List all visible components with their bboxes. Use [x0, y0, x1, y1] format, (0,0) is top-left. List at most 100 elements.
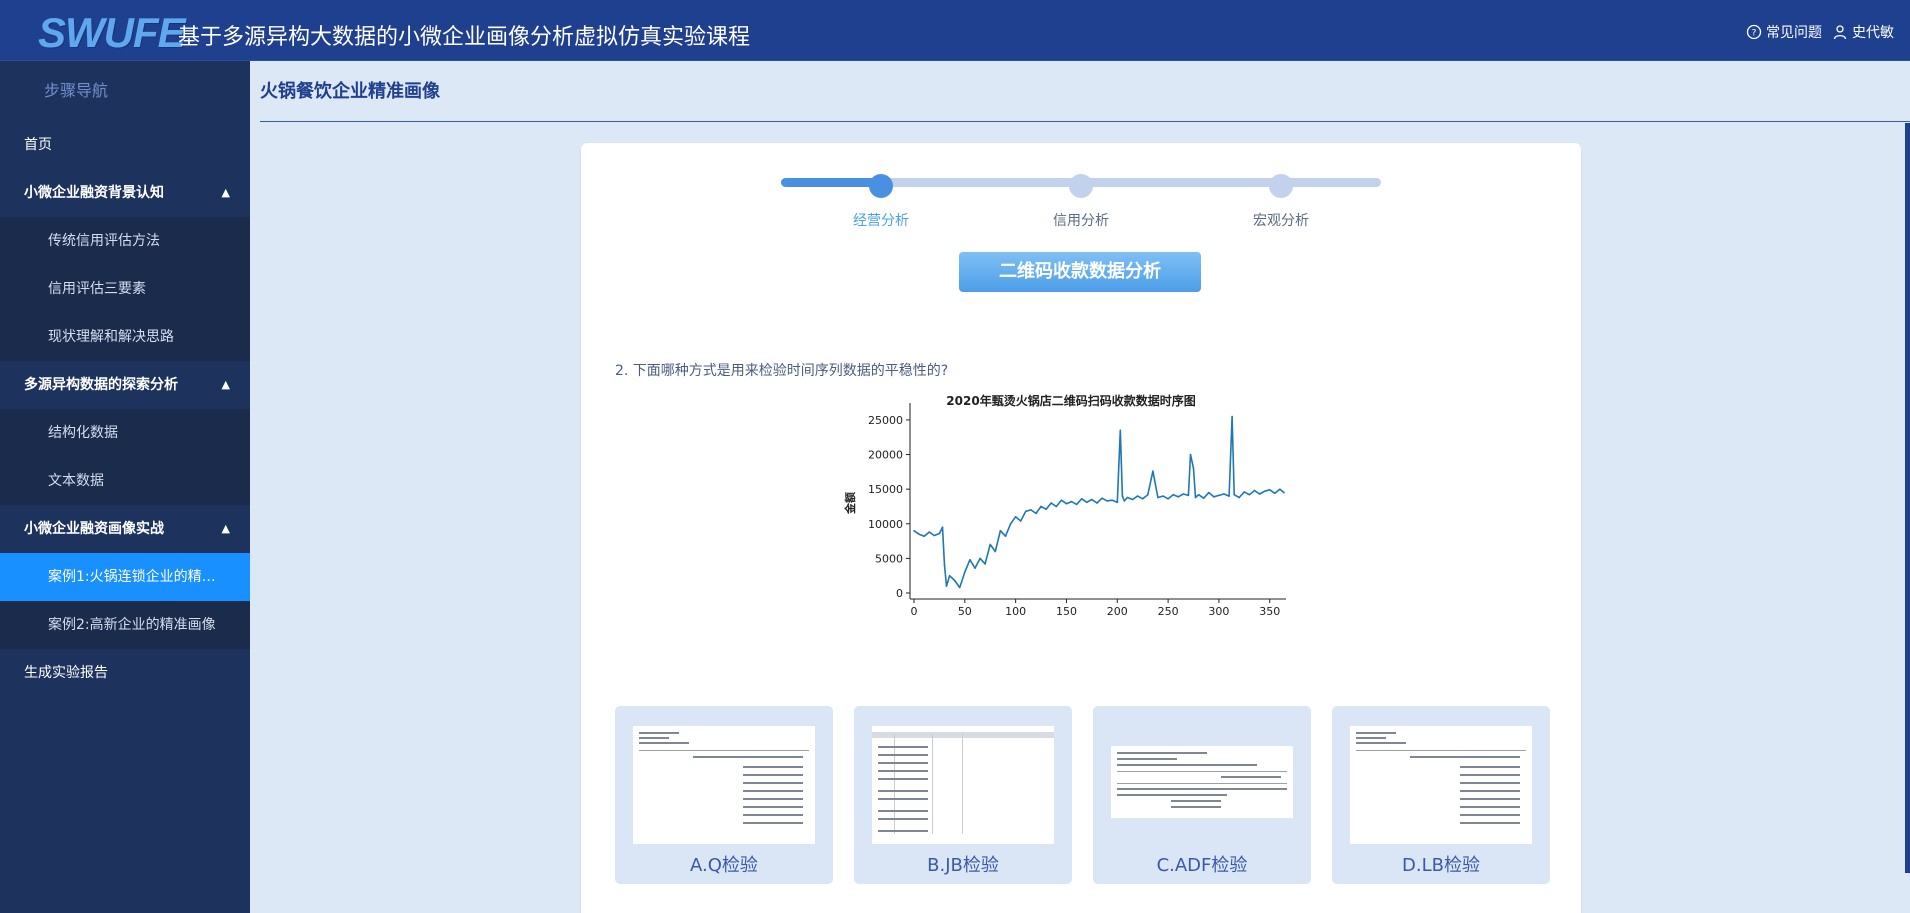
data-point: [974, 567, 976, 569]
y-axis-label: 金额: [843, 492, 857, 515]
sidebar-item-home[interactable]: 首页: [0, 121, 250, 169]
step-label-macro[interactable]: 宏观分析: [1231, 210, 1331, 230]
data-point: [1157, 496, 1159, 499]
sidebar-item-text-data[interactable]: 文本数据: [0, 457, 250, 505]
data-point: [1086, 501, 1088, 504]
data-point: [928, 531, 930, 533]
data-point: [1101, 497, 1103, 499]
data-point: [1060, 499, 1063, 501]
sidebar-item-case-hightech[interactable]: 案例2:高新企业的精准画像: [0, 601, 250, 649]
top-header: SWUFE 基于多源异构大数据的小微企业画像分析虚拟仿真实验课程 ? 常见问题 …: [0, 0, 1910, 61]
sidebar-group-financing-background[interactable]: 小微企业融资背景认知 ▲: [0, 169, 250, 217]
sidebar-item-traditional-credit[interactable]: 传统信用评估方法: [0, 217, 250, 265]
data-point: [1238, 496, 1240, 499]
step-dot-macro[interactable]: [1269, 174, 1293, 198]
x-tick-label: 50: [958, 605, 972, 618]
data-point: [1189, 453, 1192, 456]
data-point: [1111, 499, 1113, 501]
data-point: [1192, 467, 1195, 470]
y-tick-label: 0: [896, 587, 903, 600]
step-label-operations[interactable]: 经营分析: [831, 210, 931, 230]
data-point: [1116, 501, 1119, 504]
x-tick-label: 200: [1107, 605, 1128, 618]
adf-test-output-thumbnail: [1111, 746, 1293, 818]
data-point: [948, 574, 951, 577]
data-point: [1258, 493, 1261, 495]
data-point: [1126, 496, 1129, 499]
data-point: [1131, 498, 1134, 501]
data-point: [943, 564, 946, 567]
swufe-logo[interactable]: SWUFE: [38, 9, 186, 57]
data-point: [1218, 494, 1220, 497]
data-point: [1141, 498, 1144, 500]
x-tick-label: 150: [1056, 605, 1077, 618]
x-tick-label: 300: [1208, 605, 1229, 618]
data-point: [1040, 505, 1042, 508]
data-point: [1172, 493, 1174, 496]
data-point: [1045, 508, 1047, 510]
data-point: [1253, 489, 1256, 492]
data-point: [1019, 520, 1022, 522]
question-circle-icon: ?: [1746, 24, 1762, 40]
data-point: [994, 550, 997, 553]
step-dot-operations[interactable]: [869, 174, 893, 198]
data-point: [1025, 510, 1027, 513]
data-point: [1274, 492, 1276, 495]
scrollbar[interactable]: [1905, 123, 1910, 873]
data-point: [979, 557, 981, 560]
data-point: [1162, 495, 1164, 497]
svg-text:?: ?: [1752, 29, 1757, 39]
sidebar-item-current-solutions[interactable]: 现状理解和解决思路: [0, 313, 250, 361]
qr-payment-analysis-button[interactable]: 二维码收款数据分析: [959, 252, 1201, 292]
user-menu[interactable]: 史代敏: [1832, 22, 1894, 42]
step-label-credit[interactable]: 信用分析: [1031, 210, 1131, 230]
sidebar-item-generate-report[interactable]: 生成实验报告: [0, 649, 250, 697]
data-point: [1075, 503, 1078, 506]
data-point: [1233, 493, 1235, 496]
data-point: [1167, 498, 1169, 500]
option-c-label: C.ADF检验: [1156, 855, 1248, 876]
sidebar-group-data-exploration[interactable]: 多源异构数据的探索分析 ▲: [0, 361, 250, 409]
option-d-label: D.LB检验: [1402, 855, 1480, 876]
data-point: [999, 529, 1002, 532]
step-sidebar: 步骤导航 首页 小微企业融资背景认知 ▲ 传统信用评估方法 信用评估三要素 现状理…: [0, 61, 250, 913]
data-point: [1106, 500, 1108, 502]
data-point: [1279, 488, 1281, 490]
data-point: [938, 532, 941, 535]
y-tick-label: 15000: [868, 483, 903, 496]
data-point: [1065, 502, 1068, 505]
data-point: [1121, 495, 1124, 497]
series-line: [913, 415, 1285, 589]
option-b-card[interactable]: B.JB检验: [854, 706, 1072, 884]
chart-svg: 2020年甄烫火锅店二维码扫码收款数据时序图 0 5000 10000 15000 200…: [843, 393, 1286, 618]
data-point: [1231, 415, 1233, 418]
option-d-card[interactable]: D.LB检验: [1332, 706, 1550, 884]
step-dot-credit[interactable]: [1069, 174, 1093, 198]
option-c-card[interactable]: C.ADF检验: [1093, 706, 1311, 884]
data-point: [933, 534, 936, 537]
header-actions: ? 常见问题 史代敏: [1736, 22, 1894, 42]
sidebar-title: 步骤导航: [44, 81, 109, 100]
data-point: [1283, 491, 1285, 494]
title-divider: [260, 121, 1910, 122]
sidebar-item-credit-three-elements[interactable]: 信用评估三要素: [0, 265, 250, 313]
x-tick-label: 0: [911, 605, 918, 618]
sidebar-item-structured-data[interactable]: 结构化数据: [0, 409, 250, 457]
data-point: [1187, 494, 1190, 497]
q-test-output-thumbnail: [633, 726, 815, 844]
data-point: [1228, 495, 1230, 497]
faq-link[interactable]: ? 常见问题: [1746, 22, 1822, 42]
data-point: [913, 529, 915, 532]
data-point: [984, 563, 986, 565]
option-a-card[interactable]: A.Q检验: [615, 706, 833, 884]
sidebar-group-portrait-practice[interactable]: 小微企业融资画像实战 ▲: [0, 505, 250, 553]
sidebar-item-case-hotpot[interactable]: 案例1:火锅连锁企业的精准画像: [0, 553, 250, 601]
data-point: [964, 571, 966, 573]
data-point: [1194, 496, 1197, 499]
data-point: [1030, 509, 1032, 511]
chevron-up-icon: ▲: [221, 522, 230, 535]
data-point: [918, 533, 920, 535]
x-tick-label: 350: [1259, 605, 1280, 618]
y-tick-label: 5000: [875, 552, 903, 565]
time-series-chart: 2020年甄烫火锅店二维码扫码收款数据时序图 0 5000 10000 15000 200…: [836, 393, 1316, 623]
